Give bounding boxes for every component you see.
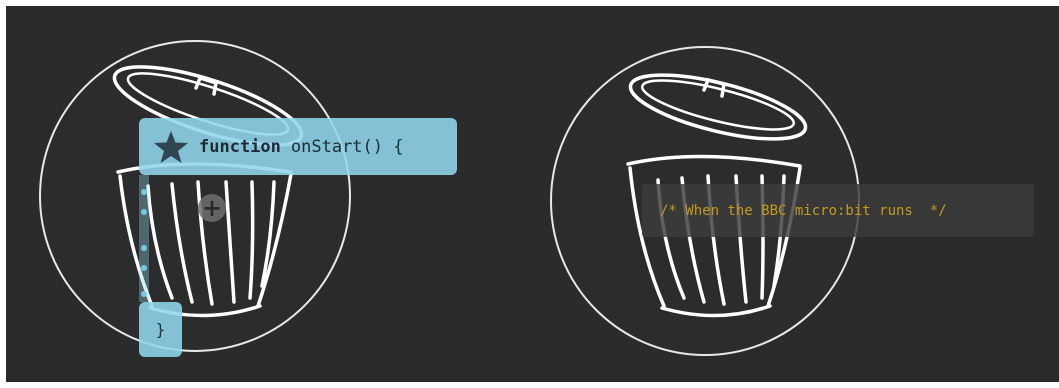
gutter-dot (141, 189, 147, 195)
function-block-header[interactable]: function onStart() { (139, 118, 457, 175)
gutter-dot (141, 265, 147, 271)
function-signature: onStart() { (290, 136, 404, 157)
gutter-dot (141, 245, 147, 251)
gutter-dot (141, 209, 147, 215)
plus-icon[interactable]: + (198, 194, 226, 222)
block-gutter (139, 175, 149, 302)
function-keyword: function (199, 136, 281, 157)
closing-brace: } (155, 320, 166, 339)
star-icon (154, 130, 188, 163)
editor-canvas: function onStart() { + } /* When the BBC… (6, 6, 1059, 382)
gutter-dot (141, 291, 147, 297)
function-block-footer[interactable]: } (139, 302, 182, 357)
comment-block[interactable]: /* When the BBC micro:bit runs */ (642, 184, 1034, 237)
comment-text: /* When the BBC micro:bit runs */ (660, 202, 947, 219)
